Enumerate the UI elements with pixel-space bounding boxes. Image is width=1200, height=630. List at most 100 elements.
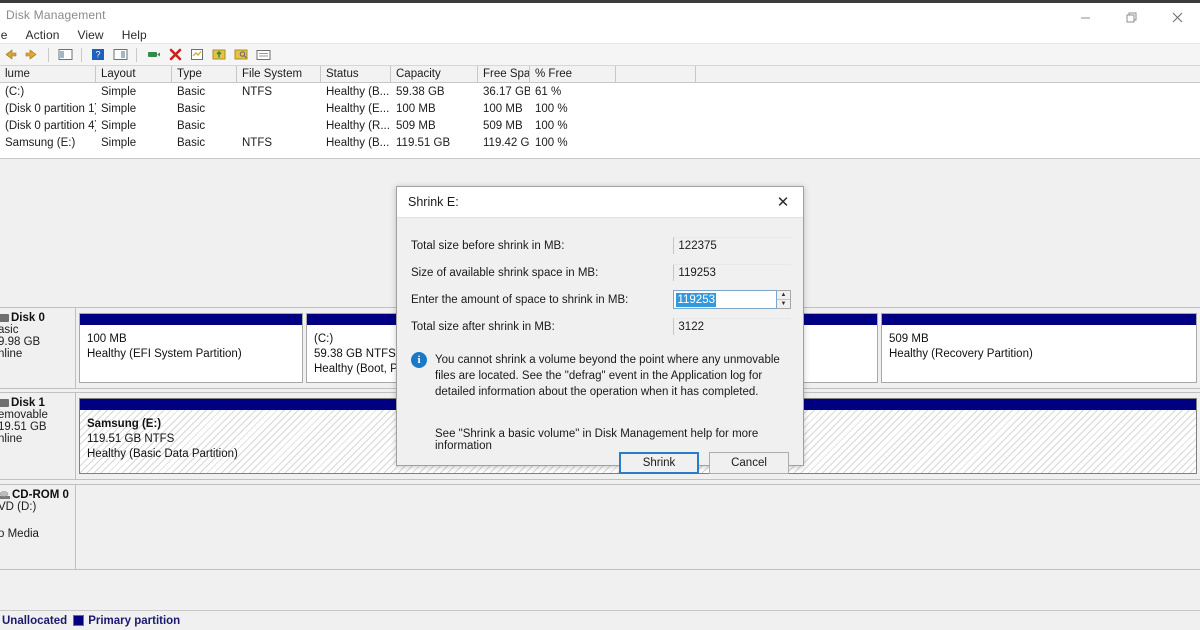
field-value-total-size-after: 3122: [673, 318, 791, 335]
legend: Unallocated Primary partition: [0, 610, 1200, 630]
extend-volume-icon[interactable]: [231, 45, 251, 64]
cell-volume: (Disk 0 partition 4): [5, 119, 96, 132]
cell-percent-free: 100 %: [535, 119, 568, 132]
field-label: Size of available shrink space in MB:: [411, 266, 599, 279]
cell-capacity: 59.38 GB: [396, 85, 445, 98]
disk-info-1[interactable]: Disk 1 emovable 19.51 GB nline: [0, 392, 76, 480]
cell-volume: (C:): [5, 85, 25, 98]
disk-info-cdrom[interactable]: CD-ROM 0 VD (D:) o Media: [0, 484, 76, 570]
menu-item-help[interactable]: Help: [113, 28, 156, 42]
list-view-icon[interactable]: [253, 45, 273, 64]
menu-bar: le Action View Help: [0, 26, 1200, 44]
console-tree-icon[interactable]: [55, 45, 75, 64]
disk-status-0: nline: [0, 348, 23, 360]
field-label: Enter the amount of space to shrink in M…: [411, 293, 629, 306]
cell-percent-free: 100 %: [535, 136, 568, 149]
legend-label-unallocated: Unallocated: [2, 614, 68, 627]
shrink-amount-input[interactable]: 119253: [673, 290, 777, 309]
partition-size: 509 MB: [889, 333, 929, 345]
column-header-status[interactable]: Status: [321, 66, 391, 82]
table-row[interactable]: (Disk 0 partition 4) Simple Basic Health…: [0, 117, 1200, 134]
forward-arrow-icon[interactable]: [22, 45, 42, 64]
volume-list: lume Layout Type File System Status Capa…: [0, 66, 1200, 158]
cell-layout: Simple: [101, 119, 137, 132]
disk-info-0[interactable]: Disk 0 asic 9.98 GB nline: [0, 307, 76, 389]
disk-icon: [0, 399, 9, 407]
disk-type-0: asic: [0, 324, 19, 336]
toolbar-separator: [81, 47, 82, 62]
partition-recovery[interactable]: 509 MB Healthy (Recovery Partition): [881, 313, 1197, 383]
field-total-size-after: Total size after shrink in MB: 3122: [411, 313, 791, 340]
legend-label-primary: Primary partition: [88, 614, 181, 627]
partition-efi[interactable]: 100 MB Healthy (EFI System Partition): [79, 313, 303, 383]
delete-icon[interactable]: [165, 45, 185, 64]
cell-volume: (Disk 0 partition 1): [5, 102, 96, 115]
dialog-title: Shrink E:: [408, 195, 459, 209]
cell-free-space: 36.17 GB: [483, 85, 530, 98]
back-arrow-icon[interactable]: [0, 45, 20, 64]
window-title: Disk Management: [6, 7, 106, 22]
table-row[interactable]: Samsung (E:) Simple Basic NTFS Healthy (…: [0, 134, 1200, 151]
legend-item-primary: Primary partition: [73, 615, 180, 627]
column-header-capacity[interactable]: Capacity: [391, 66, 478, 82]
properties-icon[interactable]: [110, 45, 130, 64]
cell-type: Basic: [177, 119, 206, 132]
disk-capacity-0: 9.98 GB: [0, 336, 41, 348]
menu-item-view[interactable]: View: [69, 28, 113, 42]
cell-type: Basic: [177, 102, 206, 115]
format-icon[interactable]: [187, 45, 207, 64]
table-row[interactable]: (C:) Simple Basic NTFS Healthy (B... 59.…: [0, 83, 1200, 100]
cell-free-space: 119.42 GB: [483, 136, 530, 149]
cell-capacity: 509 MB: [396, 119, 436, 132]
info-message-text: You cannot shrink a volume beyond the po…: [435, 354, 780, 398]
disk-icon: [0, 314, 9, 322]
cdrom-drive-letter: VD (D:): [0, 501, 37, 513]
cell-status: Healthy (E...: [326, 102, 390, 115]
column-header-extra[interactable]: [616, 66, 696, 82]
stepper-up-icon[interactable]: ▲: [777, 291, 790, 300]
cell-percent-free: 61 %: [535, 85, 562, 98]
cancel-button[interactable]: Cancel: [709, 452, 789, 474]
column-header-free-space[interactable]: Free Spa...: [478, 66, 530, 82]
cdrom-icon: [0, 490, 10, 500]
cell-percent-free: 100 %: [535, 102, 568, 115]
legend-item-unallocated: Unallocated: [2, 615, 67, 627]
disk-row-cdrom[interactable]: CD-ROM 0 VD (D:) o Media: [0, 484, 1200, 570]
column-header-percent-free[interactable]: % Free: [530, 66, 616, 82]
shrink-button[interactable]: Shrink: [619, 452, 699, 474]
partition-body: 100 MB Healthy (EFI System Partition): [80, 325, 302, 382]
stepper-down-icon[interactable]: ▼: [777, 300, 790, 308]
menu-item-action[interactable]: Action: [17, 28, 69, 42]
cell-free-space: 100 MB: [483, 102, 523, 115]
cdrom-status: o Media: [0, 528, 39, 540]
partition-body: 509 MB Healthy (Recovery Partition): [882, 325, 1196, 382]
shrink-amount-stepper[interactable]: 119253 ▲ ▼: [673, 290, 791, 309]
column-header-volume[interactable]: lume: [0, 66, 96, 82]
field-label: Total size after shrink in MB:: [411, 320, 555, 333]
cell-volume: Samsung (E:): [5, 136, 76, 149]
column-header-type[interactable]: Type: [172, 66, 237, 82]
rescan-disks-icon[interactable]: [143, 45, 163, 64]
partition-bar: [80, 314, 302, 325]
cell-file-system: NTFS: [242, 85, 273, 98]
cdrom-blank: [0, 513, 75, 528]
column-header-layout[interactable]: Layout: [96, 66, 172, 82]
table-row[interactable]: (Disk 0 partition 1) Simple Basic Health…: [0, 100, 1200, 117]
disk-label-0: Disk 0: [0, 312, 75, 324]
new-volume-icon[interactable]: [209, 45, 229, 64]
disk-label-cdrom: CD-ROM 0: [0, 489, 75, 501]
partition-size: 100 MB: [87, 333, 127, 345]
volume-list-header: lume Layout Type File System Status Capa…: [0, 66, 1200, 83]
help-message: See "Shrink a basic volume" in Disk Mana…: [435, 428, 759, 452]
disk-management-window: Disk Management le Action View He: [0, 0, 1200, 630]
title-bar: Disk Management: [0, 0, 1200, 26]
field-value-available-shrink: 119253: [673, 264, 791, 281]
field-total-size-before: Total size before shrink in MB: 122375: [411, 232, 791, 259]
toolbar: ?: [0, 44, 1200, 66]
dialog-close-icon[interactable]: ✕: [763, 187, 803, 217]
help-icon[interactable]: ?: [88, 45, 108, 64]
menu-item-file[interactable]: le: [0, 28, 17, 42]
cell-layout: Simple: [101, 85, 137, 98]
stepper-buttons[interactable]: ▲ ▼: [777, 290, 791, 309]
column-header-file-system[interactable]: File System: [237, 66, 321, 82]
